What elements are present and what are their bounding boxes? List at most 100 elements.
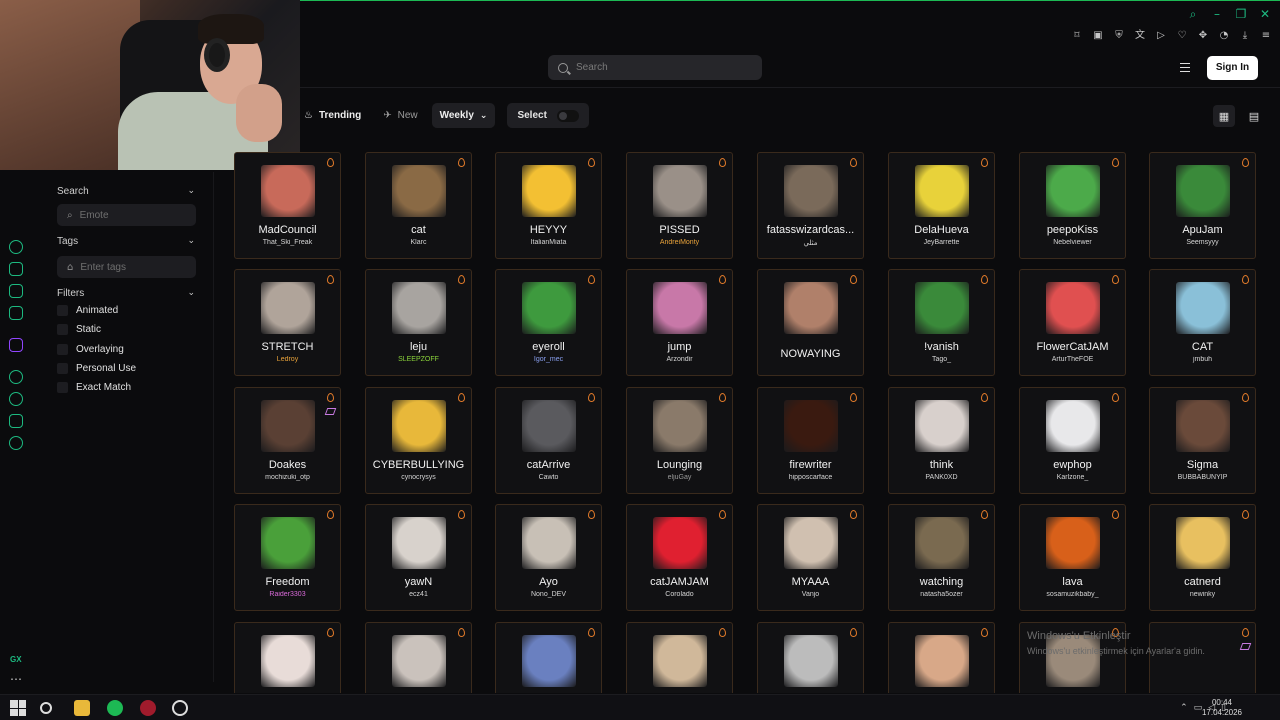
filters-section-header[interactable]: Filters ⌄ bbox=[57, 288, 195, 299]
emote-card[interactable]: Doakes mochizuki_otp bbox=[234, 387, 341, 494]
checkbox[interactable] bbox=[57, 363, 68, 374]
filter-exact-match[interactable]: Exact Match bbox=[57, 382, 131, 393]
emote-author[interactable]: ItalianMiata bbox=[498, 239, 599, 246]
emote-card[interactable]: leju SLEEPZOFF bbox=[365, 269, 472, 376]
emote-card[interactable]: MYAAA Vanjo bbox=[757, 504, 864, 611]
emote-author[interactable]: Nebelviewer bbox=[1022, 239, 1123, 246]
emote-author[interactable]: BUBBABUNYIP bbox=[1152, 474, 1253, 481]
bookmark-icon[interactable]: ⌑ bbox=[1071, 30, 1083, 42]
emote-card[interactable]: fatasswizardcas... مثلي bbox=[757, 152, 864, 259]
search-section-header[interactable]: Search ⌄ bbox=[57, 186, 195, 197]
period-dropdown[interactable]: Weekly ⌄ bbox=[431, 103, 496, 128]
checkbox[interactable] bbox=[57, 344, 68, 355]
tab-new[interactable]: ✈ New bbox=[375, 103, 425, 128]
emote-card[interactable]: HEYYY ItalianMiata bbox=[495, 152, 602, 259]
emote-card[interactable]: CYBERBULLYING cynocrysys bbox=[365, 387, 472, 494]
twitch-icon[interactable] bbox=[9, 338, 23, 352]
emote-card[interactable]: PISSED AndreiMonty bbox=[626, 152, 733, 259]
emote-card[interactable]: MadCouncil That_Ski_Freak bbox=[234, 152, 341, 259]
emote-author[interactable]: AndreiMonty bbox=[629, 239, 730, 246]
tags-field[interactable]: ⌂ Enter tags bbox=[57, 256, 196, 278]
emote-author[interactable]: SLEEPZOFF bbox=[368, 356, 469, 363]
emote-card[interactable]: ApuJam Seemsyyy bbox=[1149, 152, 1256, 259]
emote-card[interactable]: STRETCH Ledroy bbox=[234, 269, 341, 376]
emote-card[interactable]: firewriter hipposcarface bbox=[757, 387, 864, 494]
minimize-icon[interactable]: – bbox=[1210, 7, 1224, 21]
spotify-icon[interactable] bbox=[107, 700, 123, 716]
download-icon[interactable]: ⤓ bbox=[1239, 30, 1251, 42]
emote-author[interactable]: Igor_mec bbox=[498, 356, 599, 363]
emote-card[interactable]: peepoKiss Nebelviewer bbox=[1019, 152, 1126, 259]
close-icon[interactable]: ✕ bbox=[1258, 7, 1272, 21]
emote-author[interactable]: newinky bbox=[1152, 591, 1253, 598]
emote-author[interactable]: JeyBarrette bbox=[891, 239, 992, 246]
emote-card[interactable]: catnerd newinky bbox=[1149, 504, 1256, 611]
emote-card[interactable]: FlowerCatJAM ArturTheFOE bbox=[1019, 269, 1126, 376]
search-input[interactable] bbox=[576, 62, 746, 73]
grid-view-icon[interactable]: ▦ bbox=[1213, 105, 1235, 127]
emote-card[interactable] bbox=[888, 622, 995, 693]
emote-card[interactable]: eyeroll Igor_mec bbox=[495, 269, 602, 376]
maximize-icon[interactable]: ❐ bbox=[1234, 7, 1248, 21]
emote-author[interactable]: مثلي bbox=[760, 239, 861, 247]
checkbox[interactable] bbox=[57, 382, 68, 393]
tags-section-header[interactable]: Tags ⌄ bbox=[57, 236, 195, 247]
sign-in-button[interactable]: Sign In bbox=[1207, 56, 1258, 80]
emote-author[interactable]: natasha5ozer bbox=[891, 591, 992, 598]
network-icon[interactable]: ▭ bbox=[1194, 703, 1203, 713]
menu-icon[interactable]: ≡ bbox=[1260, 30, 1272, 42]
emote-author[interactable]: Ledroy bbox=[237, 356, 338, 363]
player-icon[interactable] bbox=[9, 370, 23, 384]
emote-card[interactable]: watching natasha5ozer bbox=[888, 504, 995, 611]
extensions-icon[interactable] bbox=[9, 414, 23, 428]
emote-card[interactable] bbox=[626, 622, 733, 693]
more-icon[interactable]: ⋯ bbox=[10, 672, 22, 686]
table-view-icon[interactable]: ▤ bbox=[1243, 105, 1265, 127]
emote-author[interactable]: cynocrysys bbox=[368, 474, 469, 481]
emote-card[interactable]: Lounging eljuGay bbox=[626, 387, 733, 494]
emote-field[interactable]: ⌕ Emote bbox=[57, 204, 196, 226]
refresh-icon[interactable] bbox=[9, 240, 23, 254]
filter-personal-use[interactable]: Personal Use bbox=[57, 363, 136, 374]
emote-author[interactable]: That_Ski_Freak bbox=[237, 239, 338, 246]
site-search[interactable] bbox=[548, 55, 762, 80]
emote-author[interactable]: mochizuki_otp bbox=[237, 474, 338, 481]
emote-card[interactable]: NOWAYING bbox=[757, 269, 864, 376]
settings-icon[interactable] bbox=[9, 436, 23, 450]
shield-icon[interactable]: ⛨ bbox=[1113, 30, 1125, 42]
emote-author[interactable]: Tago_ bbox=[891, 356, 992, 363]
snapshot-icon[interactable]: ▣ bbox=[1092, 30, 1104, 42]
chevron-up-icon[interactable]: ⌃ bbox=[1180, 703, 1188, 713]
hamburger-menu-icon[interactable] bbox=[1180, 63, 1190, 72]
emote-author[interactable]: ArturTheFOE bbox=[1022, 356, 1123, 363]
emote-card[interactable]: cat Klarc bbox=[365, 152, 472, 259]
emote-author[interactable]: sosamuzikbaby_ bbox=[1022, 591, 1123, 598]
emote-author[interactable]: eljuGay bbox=[629, 474, 730, 481]
select-switch[interactable] bbox=[556, 109, 579, 122]
emote-author[interactable]: Cawto bbox=[498, 474, 599, 481]
file-explorer-icon[interactable] bbox=[74, 700, 90, 716]
windows-start-icon[interactable] bbox=[10, 700, 26, 716]
emote-author[interactable]: Arzondir bbox=[629, 356, 730, 363]
filter-static[interactable]: Static bbox=[57, 324, 101, 335]
emote-card[interactable]: think PANK0XD bbox=[888, 387, 995, 494]
bag-icon[interactable] bbox=[9, 262, 23, 276]
filter-animated[interactable]: Animated bbox=[57, 305, 118, 316]
opera-gx-icon[interactable] bbox=[140, 700, 156, 716]
emote-card[interactable]: jump Arzondir bbox=[626, 269, 733, 376]
emote-card[interactable]: Freedom Raider3303 bbox=[234, 504, 341, 611]
checkbox[interactable] bbox=[57, 305, 68, 316]
emote-author[interactable]: jmbuh bbox=[1152, 356, 1253, 363]
emote-card[interactable] bbox=[365, 622, 472, 693]
translate-icon[interactable]: 文 bbox=[1134, 30, 1146, 42]
emote-card[interactable]: lava sosamuzikbaby_ bbox=[1019, 504, 1126, 611]
emote-author[interactable]: Vanjo bbox=[760, 591, 861, 598]
emote-author[interactable]: Raider3303 bbox=[237, 591, 338, 598]
emote-card[interactable]: Ayo Nono_DEV bbox=[495, 504, 602, 611]
emote-card[interactable]: catJAMJAM Corolado bbox=[626, 504, 733, 611]
history-icon[interactable] bbox=[9, 392, 23, 406]
emote-author[interactable]: Karlzone_ bbox=[1022, 474, 1123, 481]
search-icon[interactable]: ⌕ bbox=[1186, 7, 1200, 21]
emote-card[interactable] bbox=[757, 622, 864, 693]
puzzle-icon[interactable]: ✥ bbox=[1197, 30, 1209, 42]
